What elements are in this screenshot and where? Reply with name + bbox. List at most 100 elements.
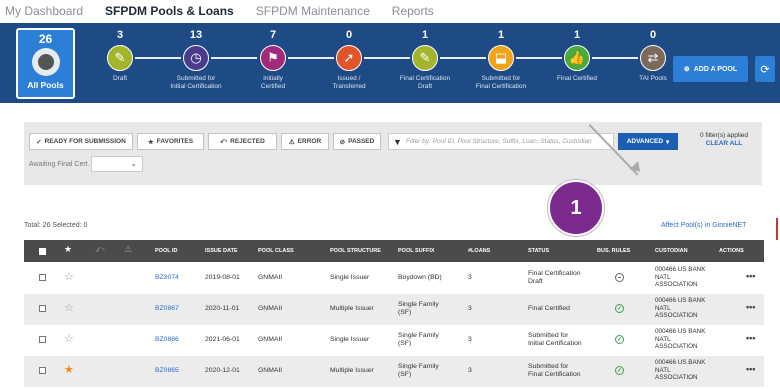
favorite-star-icon[interactable]: ★ — [64, 365, 74, 376]
flag-icon: ⚑ — [260, 45, 286, 71]
favorite-star-icon[interactable]: ☆ — [64, 303, 74, 314]
awaiting-final-cert-select[interactable]: ⌄ — [91, 156, 143, 172]
pool-id-link[interactable]: BZ0865 — [155, 367, 179, 375]
stage-connector — [516, 57, 562, 59]
filter-ready-for-submission-button[interactable]: ✓ READY FOR SUBMISSION — [29, 133, 133, 150]
column-header[interactable]: POOL SUFFIX — [398, 240, 435, 262]
filter-favorites-button[interactable]: ★ FAVORITES — [137, 133, 204, 150]
all-pools-count: 26 — [38, 32, 53, 46]
row-checkbox[interactable] — [39, 336, 46, 343]
pool-suffix: Single Family (SF) — [398, 363, 439, 378]
warning-icon: ⚠ — [288, 138, 295, 146]
star-icon[interactable]: ★ — [64, 244, 72, 255]
minus-circle-icon[interactable] — [615, 273, 624, 282]
stage-count: 3 — [116, 29, 124, 41]
tab-maintenance[interactable]: SFPDM Maintenance — [256, 4, 370, 18]
issue-date: 2020-11-01 — [205, 305, 240, 312]
column-header[interactable]: ISSUE DATE — [205, 240, 238, 262]
all-pools-label: All Pools — [27, 80, 64, 90]
row-checkbox[interactable] — [39, 367, 46, 374]
stage-count: 0 — [649, 29, 657, 41]
stage-count: 1 — [421, 29, 429, 41]
column-header[interactable]: #LOANS — [468, 240, 490, 262]
filter-rejected-button[interactable]: ⤺ REJECTED — [208, 133, 277, 150]
stage-count: 1 — [497, 29, 505, 41]
custodian: 000466 US BANK NATL ASSOCIATION — [655, 297, 706, 319]
passed-icon: ⊘ — [339, 138, 346, 146]
favorite-star-icon[interactable]: ☆ — [64, 334, 74, 345]
check-circle-icon[interactable]: ✓ — [615, 366, 624, 375]
add-pool-button[interactable]: ⊕ ADD A POOL — [673, 56, 748, 82]
check-icon: ✓ — [36, 138, 42, 146]
pipeline-stage[interactable]: 0 ➚ Issued / Transferred — [311, 29, 387, 91]
stage-label: Issued / Transferred — [332, 75, 366, 90]
issue-date: 2021-06-01 — [205, 336, 240, 343]
refresh-button[interactable]: ⟳ — [755, 56, 775, 82]
tab-my-dashboard[interactable]: My Dashboard — [5, 4, 83, 18]
awaiting-final-cert-label: Awaiting Final Cert. — [29, 161, 90, 168]
chevron-down-icon: ▾ — [666, 138, 670, 146]
star-icon: ★ — [147, 138, 154, 146]
status-text: Submitted for Final Certification — [528, 363, 581, 378]
clear-all-link[interactable]: CLEAR ALL — [684, 140, 764, 148]
filter-passed-button[interactable]: ⊘ PASSED — [333, 133, 381, 150]
select-all-checkbox[interactable] — [39, 248, 46, 255]
row-checkbox[interactable] — [39, 274, 46, 281]
table-row[interactable] — [24, 325, 764, 356]
edit-icon: ✎ — [412, 45, 438, 71]
more-actions-icon[interactable]: ••• — [746, 271, 755, 281]
reject-icon[interactable]: ⤺ — [95, 244, 105, 255]
warning-icon[interactable]: ⚠ — [124, 244, 132, 255]
filter-search-input[interactable]: ▼ Filter by: Pool ID, Pool Structure, Su… — [388, 133, 614, 150]
column-header[interactable]: BUS. RULES — [597, 240, 630, 262]
column-header[interactable]: CUSTODIAN — [655, 240, 688, 262]
affect-pools-link[interactable]: Affect Pool(s) in GinnieNET — [661, 222, 746, 229]
column-header[interactable]: POOL STRUCTURE — [330, 240, 381, 262]
table-row[interactable] — [24, 294, 764, 325]
stage-connector — [592, 57, 638, 59]
table-row[interactable] — [24, 263, 764, 294]
tab-reports[interactable]: Reports — [392, 4, 434, 18]
export-icon: ➚ — [336, 45, 362, 71]
pool-suffix: Single Family (SF) — [398, 301, 439, 316]
clock-icon: ◷ — [183, 45, 209, 71]
check-circle-icon[interactable]: ✓ — [615, 335, 624, 344]
pool-class: GNMAII — [258, 336, 283, 343]
stage-label: Submitted for Initial Certification — [170, 75, 222, 90]
more-actions-icon[interactable]: ••• — [746, 333, 755, 343]
stage-count: 13 — [189, 29, 203, 41]
favorite-star-icon[interactable]: ☆ — [64, 272, 74, 283]
pipeline-stage[interactable]: 1 👍 Final Certified — [539, 29, 615, 83]
table-header — [24, 240, 764, 262]
column-header[interactable]: POOL ID — [155, 240, 178, 262]
more-actions-icon[interactable]: ••• — [746, 302, 755, 312]
all-pools-tile[interactable]: 26 All Pools — [16, 28, 75, 99]
pool-id-link[interactable]: BZ0867 — [155, 305, 179, 313]
stage-count: 0 — [345, 29, 353, 41]
column-header[interactable]: STATUS — [528, 240, 549, 262]
pipeline-stage[interactable]: 1 ✎ Final Certification Draft — [387, 29, 463, 91]
more-actions-icon[interactable]: ••• — [746, 364, 755, 374]
pipeline-stage[interactable]: 7 ⚑ Initially Certified — [235, 29, 311, 91]
pipeline-stage[interactable]: 13 ◷ Submitted for Initial Certification — [158, 29, 234, 91]
pool-structure: Multiple Issuer — [330, 305, 374, 312]
pool-id-link[interactable]: BZ3074 — [155, 274, 179, 282]
pool-class: GNMAII — [258, 367, 283, 374]
advanced-filter-button[interactable]: ADVANCED ▾ — [618, 133, 678, 150]
edit-icon: ✎ — [107, 45, 133, 71]
stage-label: Initially Certified — [260, 75, 286, 90]
stage-connector — [364, 57, 410, 59]
loan-count: 3 — [468, 305, 472, 312]
pool-id-link[interactable]: BZ0866 — [155, 336, 179, 344]
tab-pools-loans[interactable]: SFPDM Pools & Loans — [105, 4, 234, 18]
pipeline-stage[interactable]: 3 ✎ Draft — [82, 29, 158, 83]
row-checkbox[interactable] — [39, 305, 46, 312]
column-header[interactable]: POOL CLASS — [258, 240, 294, 262]
pipeline-stage[interactable]: 1 ⬓ Submitted for Final Certification — [463, 29, 539, 91]
pool-suffix: Single Family (SF) — [398, 332, 439, 347]
check-circle-icon[interactable]: ✓ — [615, 304, 624, 313]
filter-error-button[interactable]: ⚠ ERROR — [281, 133, 329, 150]
pool-suffix: Buydown (BD) — [398, 274, 442, 281]
table-row[interactable] — [24, 356, 764, 387]
column-header[interactable]: ACTIONS — [719, 240, 744, 262]
